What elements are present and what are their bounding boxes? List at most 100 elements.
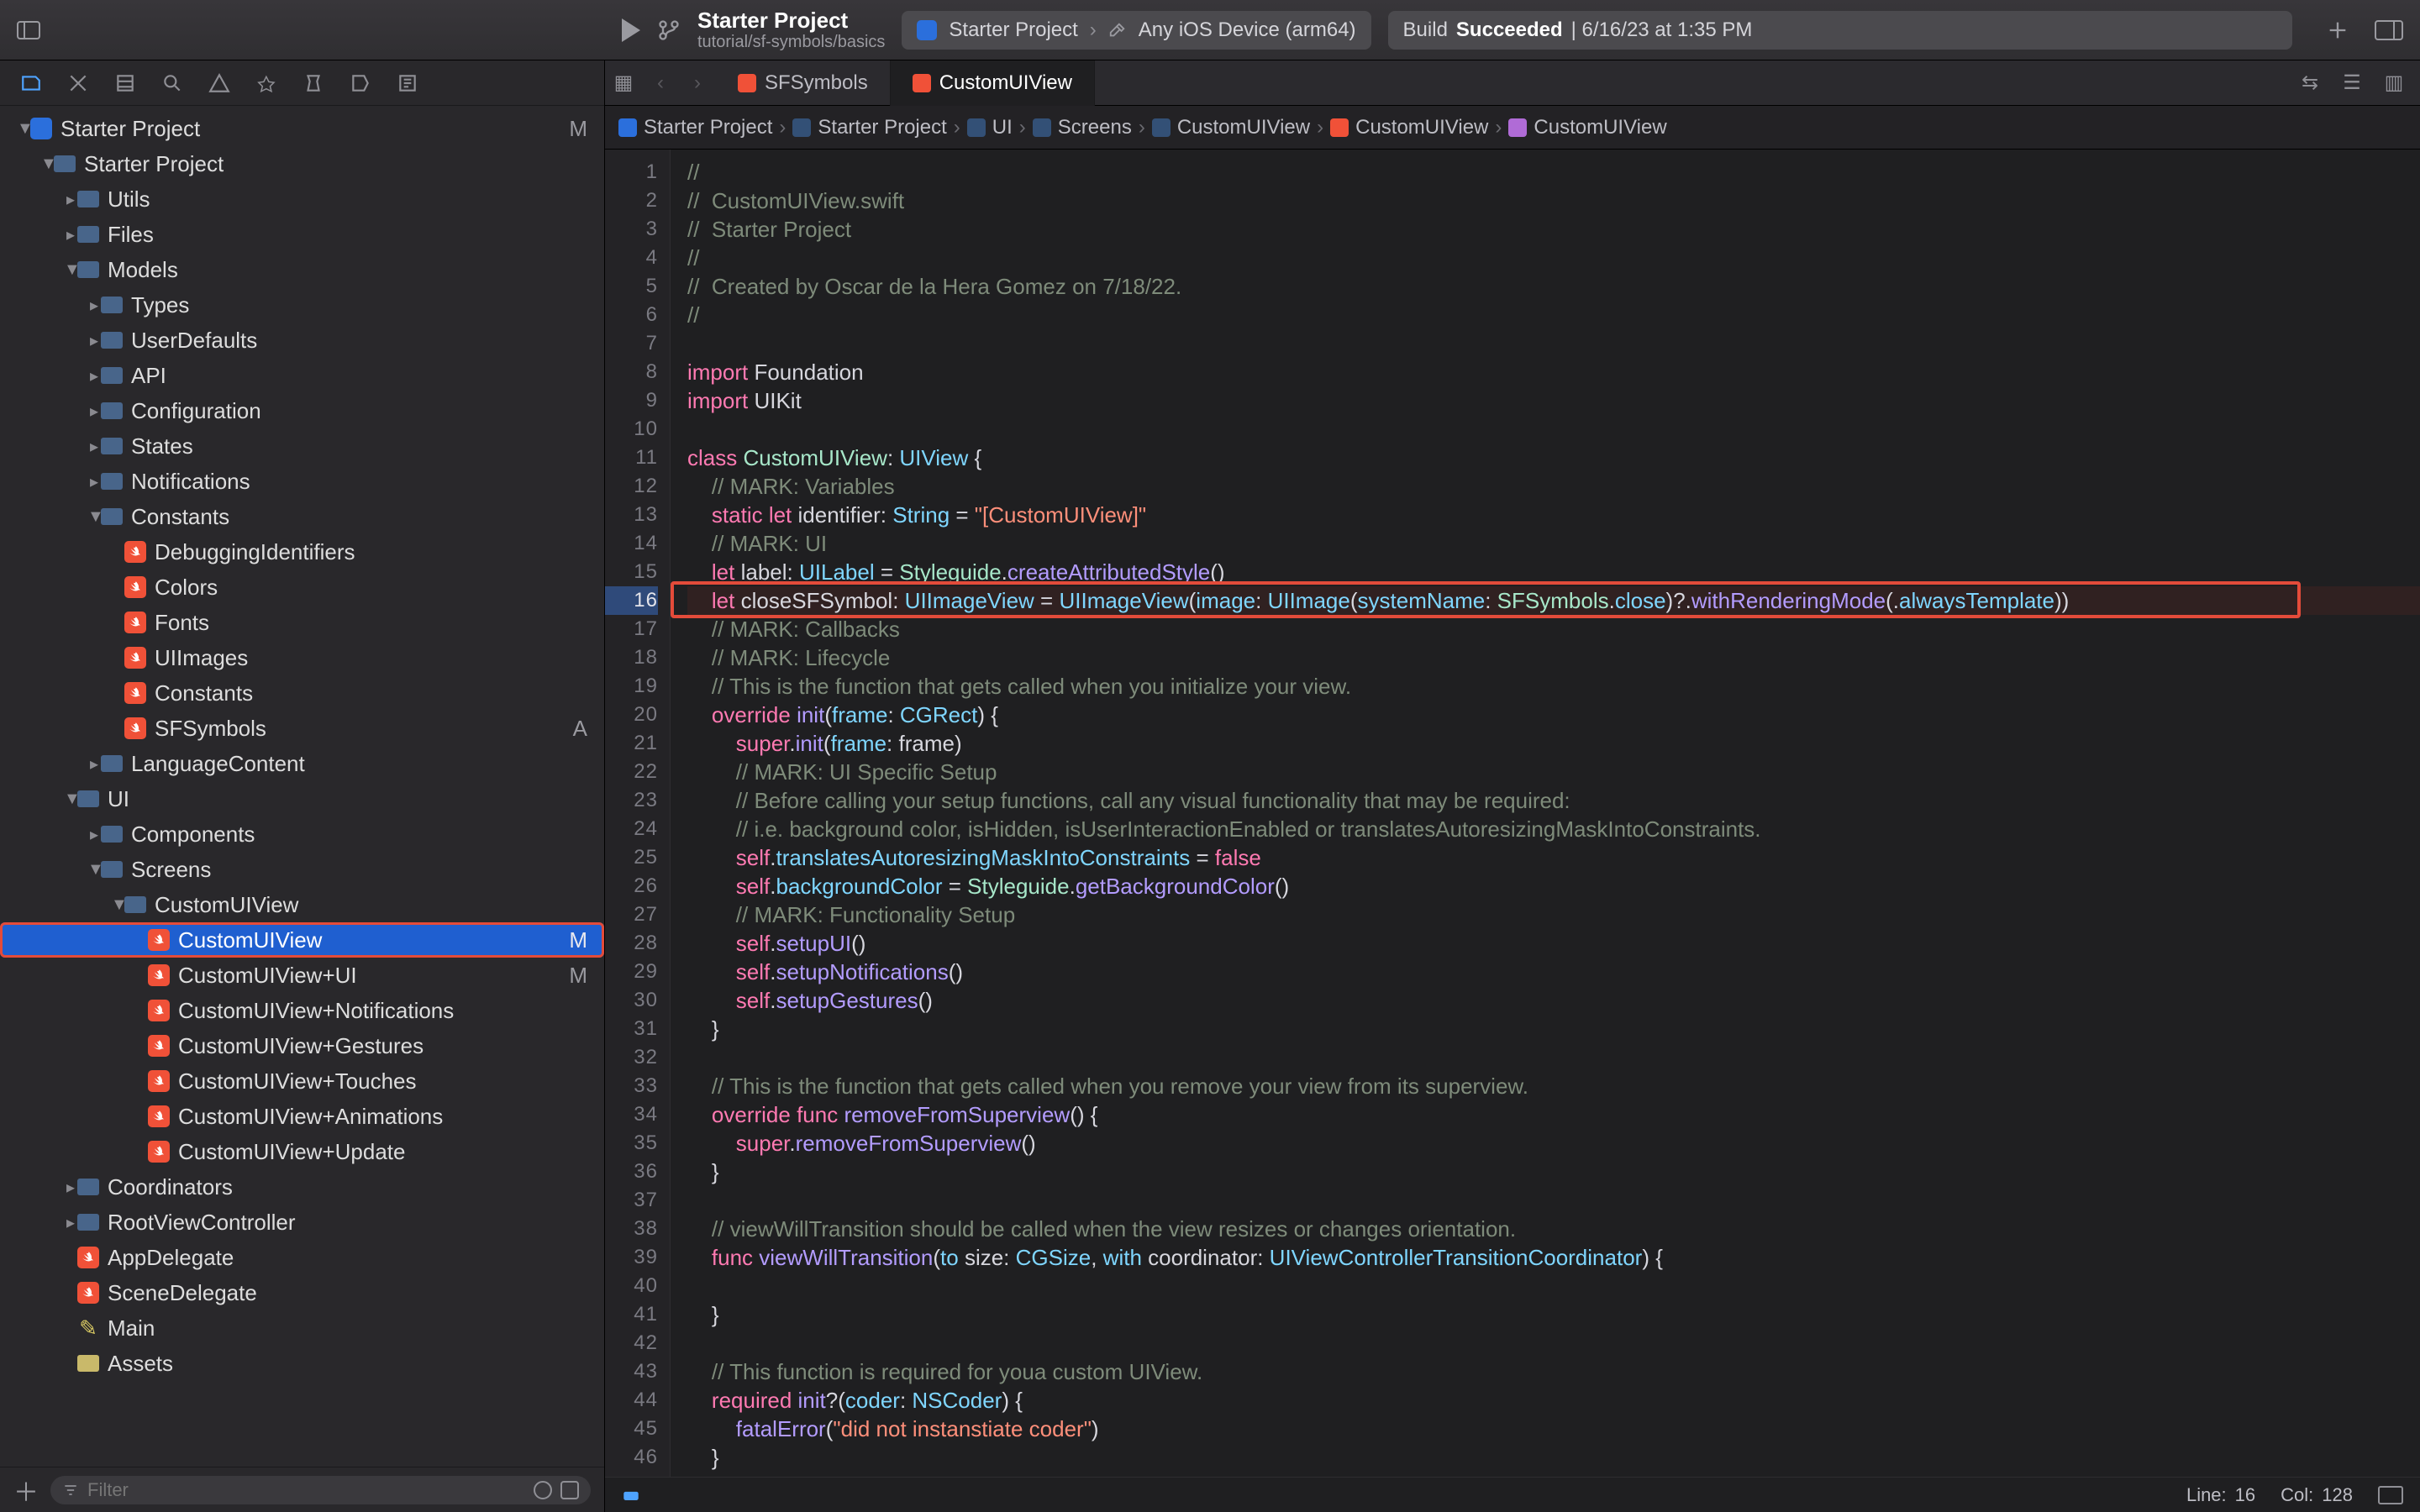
tree-file[interactable]: CustomUIView+Gestures bbox=[0, 1028, 604, 1063]
editor-tab[interactable]: CustomUIView bbox=[891, 60, 1095, 106]
adjust-editor-options-icon[interactable]: ☰ bbox=[2339, 71, 2365, 96]
git-branch-icon[interactable] bbox=[657, 18, 681, 42]
tree-folder[interactable]: ▸LanguageContent bbox=[0, 746, 604, 781]
debug-navigator-tab[interactable] bbox=[301, 71, 326, 96]
tree-item-label: DebuggingIdentifiers bbox=[155, 539, 355, 565]
tree-folder[interactable]: ▸Coordinators bbox=[0, 1169, 604, 1205]
run-button[interactable] bbox=[622, 18, 640, 42]
tree-file[interactable]: Assets bbox=[0, 1346, 604, 1381]
scheme-selector[interactable]: Starter Project › Any iOS Device (arm64) bbox=[902, 11, 1370, 50]
tree-file[interactable]: CustomUIView+Touches bbox=[0, 1063, 604, 1099]
report-navigator-tab[interactable] bbox=[395, 71, 420, 96]
tree-item-label: States bbox=[131, 433, 193, 459]
tree-file[interactable]: ✎Main bbox=[0, 1310, 604, 1346]
tree-folder[interactable]: ▼UI bbox=[0, 781, 604, 816]
tree-file[interactable]: Colors bbox=[0, 570, 604, 605]
toggle-left-panel-icon[interactable] bbox=[17, 21, 40, 39]
minimap-toggle-icon[interactable] bbox=[2378, 1486, 2403, 1504]
tree-file[interactable]: CustomUIView+Notifications bbox=[0, 993, 604, 1028]
tree-file[interactable]: SceneDelegate bbox=[0, 1275, 604, 1310]
tree-folder[interactable]: ▸Files bbox=[0, 217, 604, 252]
issue-navigator-tab[interactable] bbox=[207, 71, 232, 96]
jump-bar[interactable]: Starter Project›Starter Project›UI›Scree… bbox=[605, 106, 2420, 150]
tree-folder[interactable]: ▸RootViewController bbox=[0, 1205, 604, 1240]
filter-field[interactable] bbox=[50, 1476, 591, 1504]
jumpbar-segment[interactable]: CustomUIView bbox=[1508, 116, 1666, 139]
tree-folder[interactable]: ▼Models bbox=[0, 252, 604, 287]
related-items-button[interactable]: ▦ bbox=[605, 71, 642, 95]
jumpbar-segment[interactable]: Starter Project bbox=[792, 116, 946, 139]
tree-folder[interactable]: ▸States bbox=[0, 428, 604, 464]
navigator-footer: ＋ bbox=[0, 1467, 604, 1512]
recent-filter-icon[interactable] bbox=[534, 1481, 552, 1499]
tree-folder[interactable]: ▼Starter Project bbox=[0, 146, 604, 181]
source-control-navigator-tab[interactable] bbox=[66, 71, 91, 96]
tree-folder[interactable]: ▼CustomUIView bbox=[0, 887, 604, 922]
file-tree[interactable]: ▼Starter ProjectM▼Starter Project▸Utils▸… bbox=[0, 106, 604, 1467]
tree-item-label: LanguageContent bbox=[131, 751, 305, 777]
editor-pane: ▦ ‹ › SFSymbolsCustomUIView ⇆ ☰ ▥ Starte… bbox=[605, 60, 2420, 1512]
tabs-host: SFSymbolsCustomUIView bbox=[716, 60, 1095, 106]
tree-file[interactable]: Fonts bbox=[0, 605, 604, 640]
tree-item-label: Coordinators bbox=[108, 1174, 233, 1200]
tree-file[interactable]: UIImages bbox=[0, 640, 604, 675]
swift-file-icon bbox=[148, 1105, 170, 1127]
plus-icon[interactable] bbox=[2326, 18, 2349, 42]
scm-status-badge: M bbox=[569, 963, 587, 989]
tree-folder[interactable]: ▼Constants bbox=[0, 499, 604, 534]
chevron-right-icon: › bbox=[1090, 18, 1097, 42]
nav-forward-button[interactable]: › bbox=[679, 71, 716, 95]
find-navigator-tab[interactable] bbox=[160, 71, 185, 96]
build-status[interactable]: Build Succeeded | 6/16/23 at 1:35 PM bbox=[1388, 11, 2292, 50]
tree-folder[interactable]: ▸Utils bbox=[0, 181, 604, 217]
toggle-canvas-icon[interactable]: ⇆ bbox=[2297, 71, 2323, 96]
storyboard-icon: ✎ bbox=[77, 1317, 99, 1339]
tree-item-label: CustomUIView+Touches bbox=[178, 1068, 417, 1095]
tree-item-label: CustomUIView+Update bbox=[178, 1139, 406, 1165]
tree-file[interactable]: SFSymbolsA bbox=[0, 711, 604, 746]
jumpbar-segment[interactable]: Starter Project bbox=[618, 116, 772, 139]
editor-tab[interactable]: SFSymbols bbox=[716, 60, 891, 106]
jumpbar-label: Starter Project bbox=[644, 116, 772, 139]
folder-icon bbox=[101, 332, 123, 349]
folder-icon bbox=[124, 896, 146, 913]
jumpbar-segment[interactable]: Screens bbox=[1033, 116, 1132, 139]
tree-folder[interactable]: ▸API bbox=[0, 358, 604, 393]
tree-folder[interactable]: ▸UserDefaults bbox=[0, 323, 604, 358]
tree-file[interactable]: DebuggingIdentifiers bbox=[0, 534, 604, 570]
code-editor[interactable]: 1234567891011121314151617181920212223242… bbox=[605, 150, 2420, 1477]
jumpbar-segment[interactable]: CustomUIView bbox=[1152, 116, 1310, 139]
jumpbar-segment[interactable]: UI bbox=[967, 116, 1013, 139]
tree-file[interactable]: CustomUIView+UIM bbox=[0, 958, 604, 993]
tree-folder[interactable]: ▼Starter ProjectM bbox=[0, 111, 604, 146]
tree-file[interactable]: CustomUIView+Animations bbox=[0, 1099, 604, 1134]
test-navigator-tab[interactable] bbox=[254, 71, 279, 96]
tree-folder[interactable]: ▸Notifications bbox=[0, 464, 604, 499]
scm-filter-icon[interactable] bbox=[560, 1481, 579, 1499]
tree-file[interactable]: Constants bbox=[0, 675, 604, 711]
toggle-right-panel-icon[interactable] bbox=[2375, 20, 2403, 40]
jumpbar-segment[interactable]: CustomUIView bbox=[1330, 116, 1488, 139]
add-file-button[interactable]: ＋ bbox=[13, 1472, 39, 1509]
tree-file[interactable]: AppDelegate bbox=[0, 1240, 604, 1275]
tree-file[interactable]: CustomUIView+Update bbox=[0, 1134, 604, 1169]
code-content[interactable]: //// CustomUIView.swift// Starter Projec… bbox=[671, 150, 2420, 1477]
tree-item-label: UserDefaults bbox=[131, 328, 257, 354]
chevron-right-icon: › bbox=[1139, 116, 1145, 139]
tree-folder[interactable]: ▸Configuration bbox=[0, 393, 604, 428]
nav-back-button[interactable]: ‹ bbox=[642, 71, 679, 95]
tree-item-label: Components bbox=[131, 822, 255, 848]
add-editor-icon[interactable]: ▥ bbox=[2381, 71, 2407, 96]
symbol-navigator-tab[interactable] bbox=[113, 71, 138, 96]
filter-input[interactable] bbox=[87, 1479, 525, 1501]
line-gutter[interactable]: 1234567891011121314151617181920212223242… bbox=[605, 150, 671, 1477]
tree-folder[interactable]: ▸Types bbox=[0, 287, 604, 323]
tree-folder[interactable]: ▸Components bbox=[0, 816, 604, 852]
debug-bar-indicator[interactable] bbox=[622, 1486, 640, 1504]
jumpbar-fold-icon bbox=[967, 118, 986, 137]
tree-folder[interactable]: ▼Screens bbox=[0, 852, 604, 887]
tree-file[interactable]: CustomUIViewM bbox=[0, 922, 604, 958]
breakpoint-navigator-tab[interactable] bbox=[348, 71, 373, 96]
project-navigator-tab[interactable] bbox=[18, 71, 44, 96]
folder-icon bbox=[77, 191, 99, 207]
